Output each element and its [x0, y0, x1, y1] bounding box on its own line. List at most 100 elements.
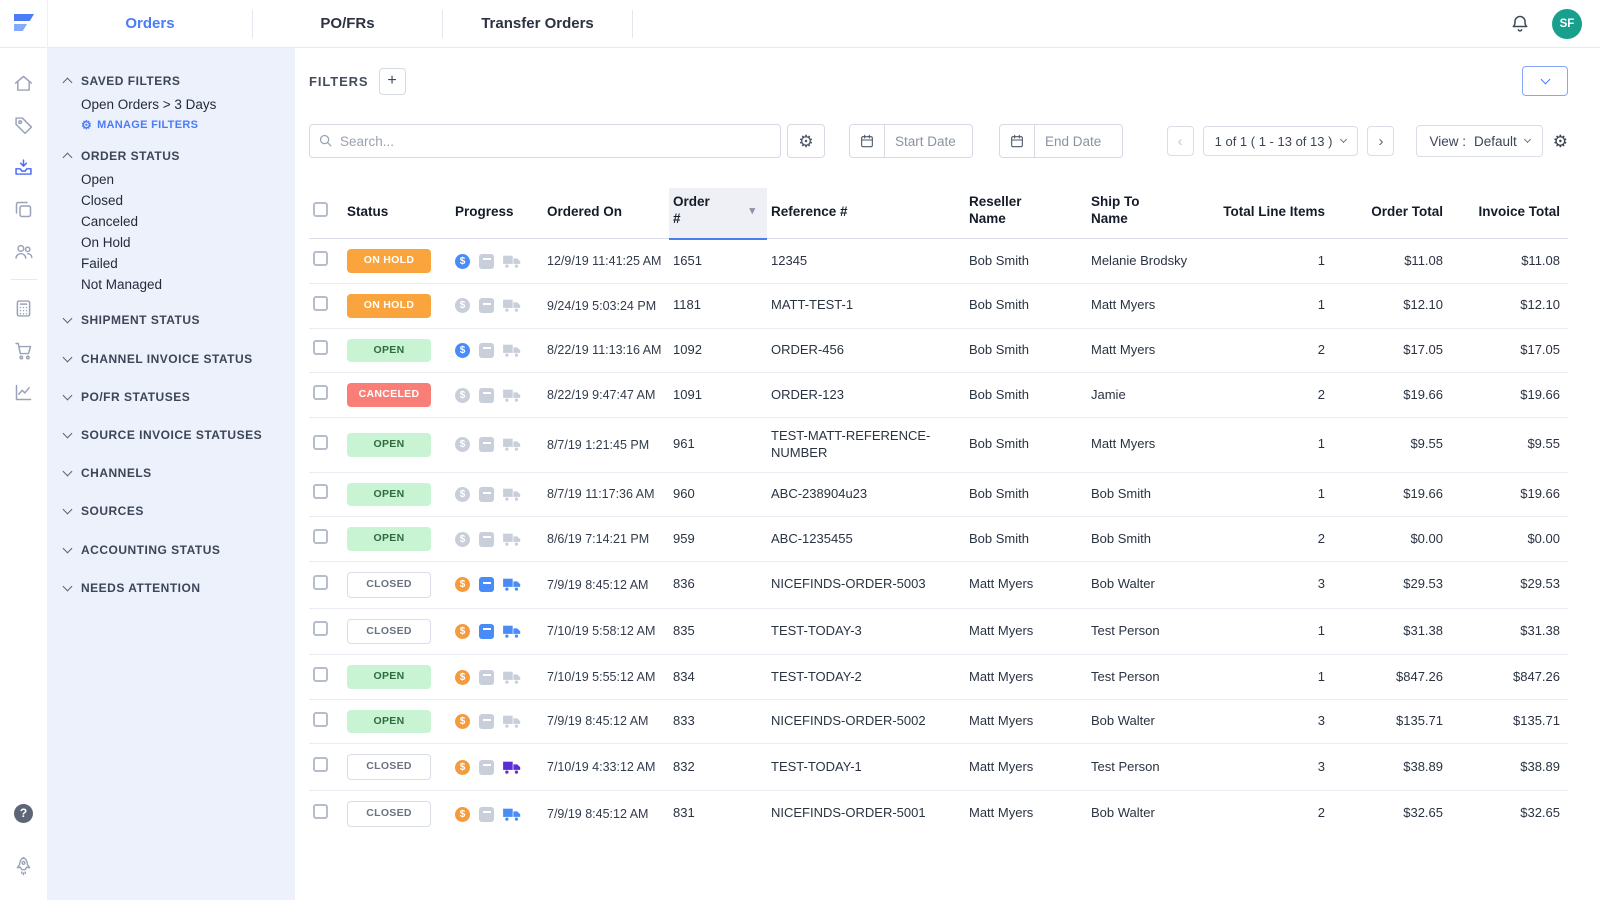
order-number-cell: 961 — [669, 417, 767, 472]
start-date-input[interactable]: Start Date — [885, 124, 973, 158]
chevron-down-icon — [63, 352, 73, 362]
order-total-cell: $19.66 — [1333, 472, 1451, 517]
row-checkbox[interactable] — [313, 804, 328, 819]
sidebar-section-header[interactable]: ORDER STATUS — [64, 143, 281, 169]
shipment-progress-icon — [503, 715, 521, 728]
sidebar-section-header[interactable]: NEEDS ATTENTION — [64, 575, 281, 601]
fulfillment-progress-icon — [479, 760, 494, 775]
sidebar-filter-item[interactable]: Open Orders > 3 Days — [64, 94, 281, 115]
next-page-button[interactable]: › — [1367, 126, 1394, 156]
view-selector[interactable]: View : Default — [1416, 125, 1542, 157]
row-checkbox[interactable] — [313, 712, 328, 727]
cart-icon[interactable] — [0, 329, 48, 371]
channels-icon[interactable] — [0, 188, 48, 230]
row-checkbox[interactable] — [313, 621, 328, 636]
order-row[interactable]: OPEN$8/6/19 7:14:21 PM959ABC-1235455Bob … — [309, 517, 1568, 562]
tab-orders[interactable]: Orders — [48, 10, 253, 38]
order-row[interactable]: CANCELED$8/22/19 9:47:47 AM1091ORDER-123… — [309, 373, 1568, 418]
order-row[interactable]: OPEN$8/7/19 1:21:45 PM961TEST-MATT-REFER… — [309, 417, 1568, 472]
sidebar-section-header[interactable]: PO/FR STATUSES — [64, 384, 281, 410]
column-header-order-total[interactable]: Order Total — [1333, 188, 1451, 239]
row-checkbox[interactable] — [313, 435, 328, 450]
invoice-total-cell: $0.00 — [1451, 517, 1568, 562]
start-date-calendar-icon[interactable] — [849, 124, 885, 158]
column-header-ordered-on[interactable]: Ordered On — [543, 188, 669, 239]
order-row[interactable]: CLOSED$7/9/19 8:45:12 AM831NICEFINDS-ORD… — [309, 791, 1568, 837]
column-header-reference[interactable]: Reference # — [767, 188, 965, 239]
sidebar-section-header[interactable]: CHANNELS — [64, 460, 281, 486]
row-checkbox[interactable] — [313, 340, 328, 355]
reseller-cell: Matt Myers — [965, 561, 1087, 608]
order-row[interactable]: OPEN$8/7/19 11:17:36 AM960ABC-238904u23B… — [309, 472, 1568, 517]
sidebar-section-header[interactable]: SOURCES — [64, 498, 281, 524]
order-row[interactable]: ON HOLD$12/9/19 11:41:25 AM165112345Bob … — [309, 239, 1568, 284]
ship-to-cell: Matt Myers — [1087, 328, 1211, 373]
sidebar-filter-item[interactable]: On Hold — [64, 232, 281, 253]
accounting-icon[interactable] — [0, 287, 48, 329]
pagination-dropdown[interactable]: 1 of 1 ( 1 - 13 of 13 ) — [1203, 126, 1359, 156]
collapse-panel-button[interactable] — [1522, 66, 1568, 96]
column-header-order-number[interactable]: Order # ▾ — [669, 188, 767, 239]
reports-icon[interactable] — [0, 371, 48, 413]
sidebar-filter-item[interactable]: Failed — [64, 253, 281, 274]
ship-to-cell: Melanie Brodsky — [1087, 239, 1211, 284]
column-header-invoice-total[interactable]: Invoice Total — [1451, 188, 1568, 239]
sidebar-filter-item[interactable]: Not Managed — [64, 274, 281, 295]
order-row[interactable]: ON HOLD$9/24/19 5:03:24 PM1181MATT-TEST-… — [309, 283, 1568, 328]
sidebar-filter-item[interactable]: Canceled — [64, 211, 281, 232]
help-icon[interactable]: ? — [0, 792, 48, 834]
row-checkbox[interactable] — [313, 484, 328, 499]
manage-filters-link[interactable]: ⚙MANAGE FILTERS — [81, 119, 281, 131]
rocket-icon[interactable] — [0, 844, 48, 886]
add-filter-button[interactable]: + — [379, 68, 406, 95]
search-input[interactable] — [309, 124, 781, 158]
home-icon[interactable] — [0, 62, 48, 104]
row-checkbox[interactable] — [313, 296, 328, 311]
sidebar-section-label: SHIPMENT STATUS — [81, 312, 200, 328]
column-header-total-line-items[interactable]: Total Line Items — [1211, 188, 1333, 239]
sidebar-section-header[interactable]: ACCOUNTING STATUS — [64, 537, 281, 563]
sidebar-filter-item[interactable]: Open — [64, 169, 281, 190]
row-checkbox[interactable] — [313, 667, 328, 682]
order-number-cell: 1092 — [669, 328, 767, 373]
order-row[interactable]: CLOSED$7/10/19 5:58:12 AM835TEST-TODAY-3… — [309, 608, 1568, 655]
sidebar-section-header[interactable]: CHANNEL INVOICE STATUS — [64, 346, 281, 372]
orders-inbox-icon[interactable] — [0, 146, 48, 188]
order-row[interactable]: OPEN$8/22/19 11:13:16 AM1092ORDER-456Bob… — [309, 328, 1568, 373]
row-checkbox[interactable] — [313, 757, 328, 772]
user-avatar[interactable]: SF — [1552, 9, 1582, 39]
line-items-cell: 2 — [1211, 328, 1333, 373]
invoice-progress-icon: $ — [455, 577, 470, 592]
tab-transfer-orders[interactable]: Transfer Orders — [443, 10, 633, 38]
search-settings-button[interactable]: ⚙ — [787, 124, 825, 158]
tab-po-frs[interactable]: PO/FRs — [253, 10, 443, 38]
view-settings-button[interactable]: ⚙ — [1553, 133, 1568, 150]
order-total-cell: $12.10 — [1333, 283, 1451, 328]
column-header-progress[interactable]: Progress — [451, 188, 543, 239]
order-row[interactable]: CLOSED$7/9/19 8:45:12 AM836NICEFINDS-ORD… — [309, 561, 1568, 608]
column-header-ship-to-name[interactable]: Ship To Name — [1087, 188, 1211, 239]
select-all-checkbox[interactable] — [313, 202, 328, 217]
column-header-reseller-name[interactable]: Reseller Name — [965, 188, 1087, 239]
previous-page-button[interactable]: ‹ — [1167, 126, 1194, 156]
customers-icon[interactable] — [0, 230, 48, 272]
app-logo[interactable] — [0, 0, 48, 48]
order-row[interactable]: CLOSED$7/10/19 4:33:12 AM832TEST-TODAY-1… — [309, 744, 1568, 791]
notifications-bell-icon[interactable] — [1510, 14, 1530, 34]
row-checkbox[interactable] — [313, 385, 328, 400]
tags-icon[interactable] — [0, 104, 48, 146]
row-checkbox[interactable] — [313, 575, 328, 590]
sidebar-section-header[interactable]: SAVED FILTERS — [64, 68, 281, 94]
order-row[interactable]: OPEN$7/10/19 5:55:12 AM834TEST-TODAY-2Ma… — [309, 655, 1568, 700]
sidebar-section-header[interactable]: SOURCE INVOICE STATUSES — [64, 422, 281, 448]
order-row[interactable]: OPEN$7/9/19 8:45:12 AM833NICEFINDS-ORDER… — [309, 699, 1568, 744]
row-checkbox[interactable] — [313, 251, 328, 266]
line-items-cell: 1 — [1211, 608, 1333, 655]
row-checkbox[interactable] — [313, 529, 328, 544]
gear-icon: ⚙ — [798, 133, 813, 150]
sidebar-section-header[interactable]: SHIPMENT STATUS — [64, 307, 281, 333]
column-header-status[interactable]: Status — [343, 188, 451, 239]
end-date-calendar-icon[interactable] — [999, 124, 1035, 158]
end-date-input[interactable]: End Date — [1035, 124, 1123, 158]
sidebar-filter-item[interactable]: Closed — [64, 190, 281, 211]
